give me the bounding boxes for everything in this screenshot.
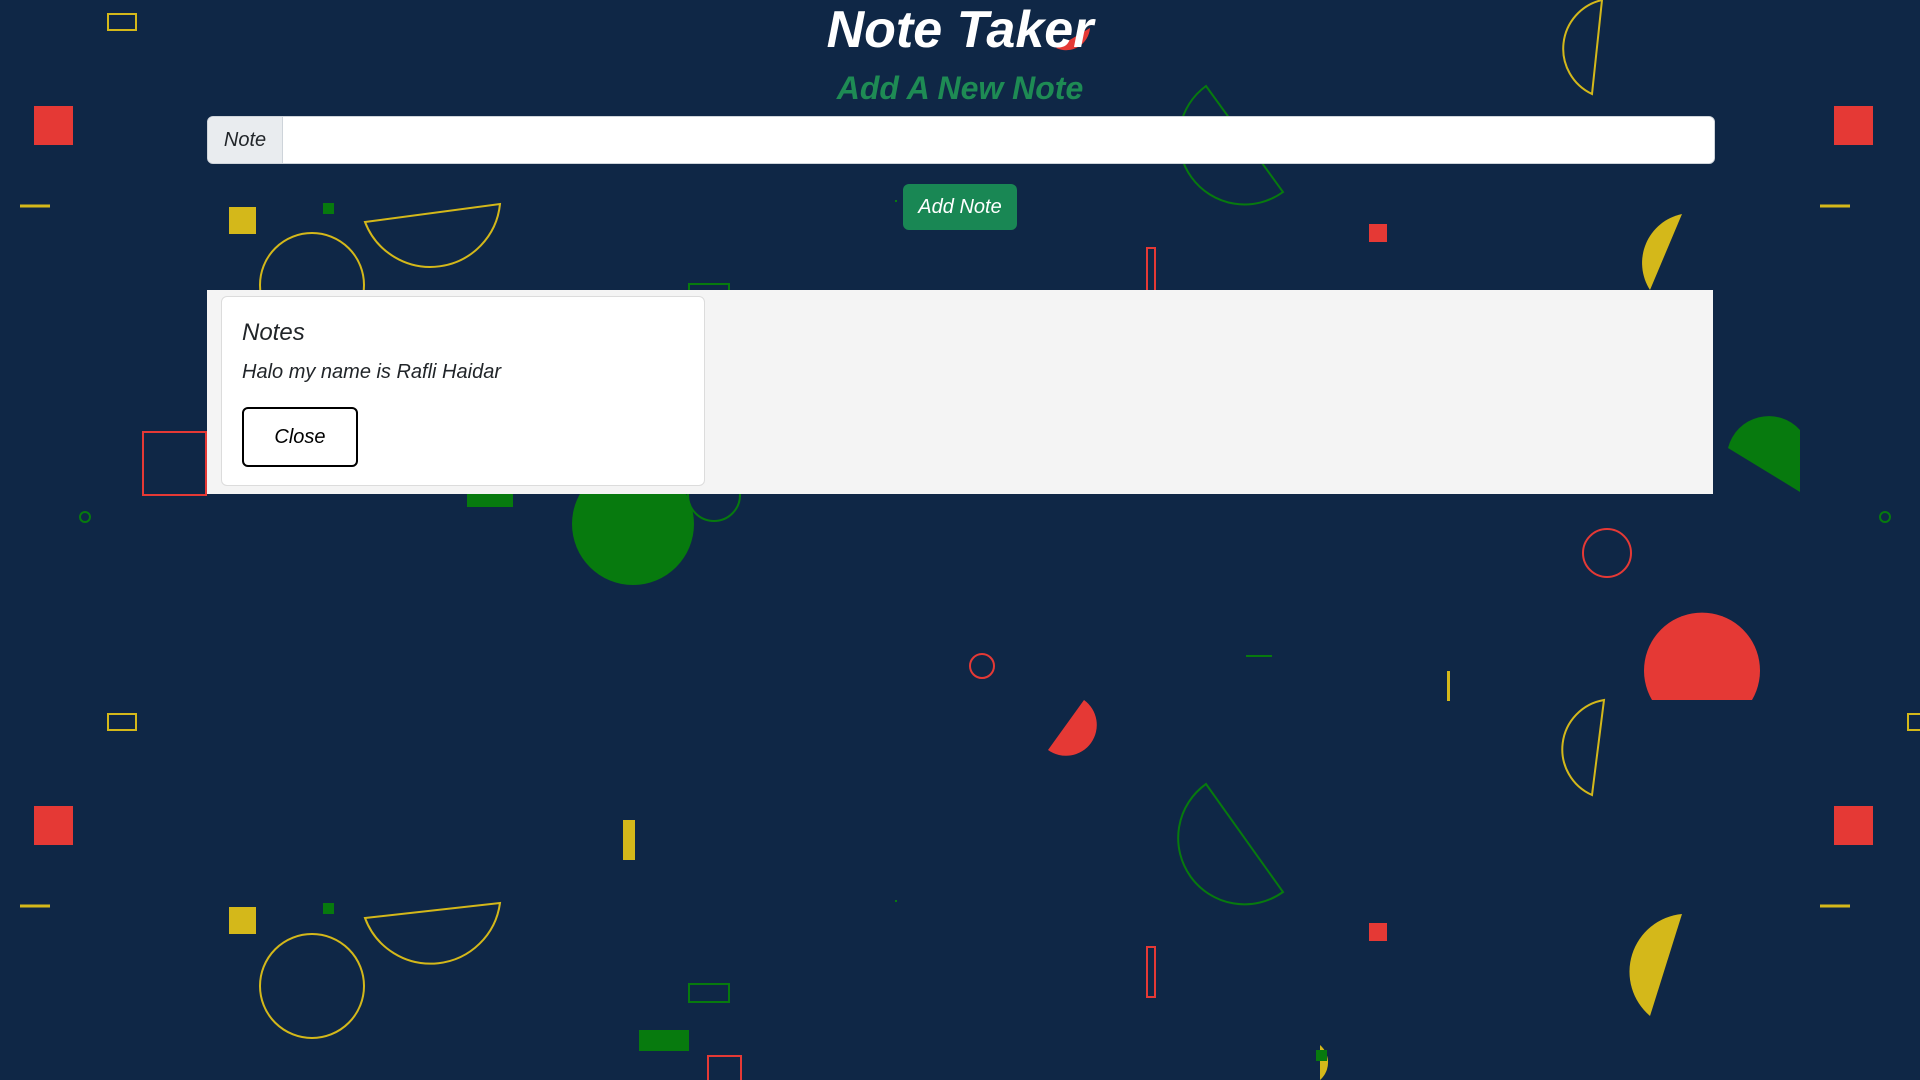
bg-square-red [34,806,73,845]
bg-dot-green [895,900,897,902]
note-input-label: Note [208,117,283,163]
note-card-title: Notes [242,319,305,346]
bg-outline-rect-red [707,1055,742,1080]
bg-outline-rect [107,713,137,731]
bg-square-green [323,903,334,914]
bg-outline-rect-red [142,431,207,496]
bg-circle-outline [259,933,365,1039]
note-card: Notes Halo my name is Rafli Haidar Close [221,296,705,486]
bg-thin-yellow-bottom [623,820,635,860]
bg-square-yellow [229,907,256,934]
page-subtitle: Add A New Note [836,70,1084,106]
bg-wedge-outline-green [1177,782,1285,906]
bg-half-circle-outline [363,901,502,965]
bg-thin-yellow [1447,671,1450,701]
notes-panel: Notes Halo my name is Rafli Haidar Close [207,290,1713,494]
bg-circle-outline-red-small [969,653,995,679]
note-card-text: Halo my name is Rafli Haidar [242,361,501,383]
bg-square-red-right [1834,106,1873,145]
bg-outline-rect-right [1907,713,1920,731]
bg-circle-red-big [1643,612,1760,700]
bg-green-block [639,1030,689,1051]
bg-square-red-right [1834,806,1873,845]
page-title: Note Taker [826,1,1094,59]
note-input[interactable] [283,117,1714,163]
bg-square-red-small [1369,923,1387,941]
bg-square-red [34,106,73,145]
bg-square-green [323,203,334,214]
bg-green-block [467,493,513,507]
bg-square-red-small [1369,224,1387,242]
bg-small-circle-green [79,511,91,523]
bg-square-green-small [1316,1050,1327,1061]
note-input-group: Note [207,116,1715,164]
bg-half-circle-yellow [1642,214,1682,290]
add-note-button[interactable]: Add Note [903,184,1017,230]
bg-outline-thin-red [1146,247,1156,297]
bg-wedge-green-right [1728,416,1800,492]
bg-outline-rect-green [688,983,730,1003]
bg-wedge-red [1048,700,1097,756]
bg-square-yellow [229,207,256,234]
bg-dot-green [895,200,897,202]
bg-half-circle-outline [363,202,502,268]
close-note-button[interactable]: Close [242,407,358,467]
bg-wedge-yellow-small [1290,1045,1329,1080]
bg-circle-outline-red [1582,528,1632,578]
bg-half-circle-yellow [1629,914,1682,1016]
bg-half-circle-outline-yellow [1561,698,1606,797]
bg-small-circle-green-right [1879,511,1891,523]
bg-outline-thin-red [1146,946,1156,998]
